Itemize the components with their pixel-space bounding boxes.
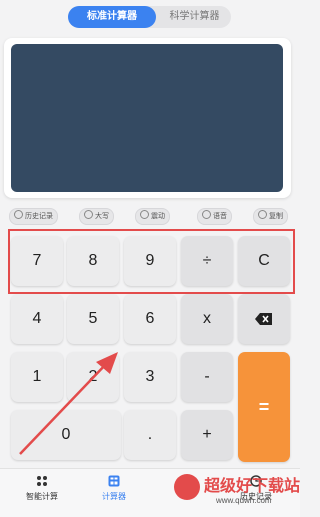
display-card — [4, 38, 291, 198]
key-5[interactable]: 5 — [67, 294, 119, 344]
vibrate-icon — [140, 210, 149, 219]
key-backspace[interactable] — [238, 294, 290, 344]
chip-label: 历史记录 — [25, 213, 53, 220]
key-multiply[interactable]: x — [181, 294, 233, 344]
nav-calculator[interactable]: 计算器 — [84, 475, 144, 502]
calculator-icon — [108, 475, 120, 487]
key-7[interactable]: 7 — [11, 236, 63, 286]
copy-chip[interactable]: 复制 — [253, 208, 288, 225]
copy-icon — [258, 210, 267, 219]
key-plus[interactable]: + — [181, 410, 233, 460]
key-1[interactable]: 1 — [11, 352, 63, 402]
key-9[interactable]: 9 — [124, 236, 176, 286]
watermark-text: 超级好下载站 — [204, 478, 301, 495]
nav-calculator-label: 计算器 — [102, 492, 126, 501]
history-chip[interactable]: 历史记录 — [9, 208, 58, 225]
key-clear[interactable]: C — [238, 236, 290, 286]
speaker-icon — [202, 210, 211, 219]
site-watermark: 超级好下载站 www.qdwh.com — [170, 470, 300, 514]
key-dot[interactable]: . — [124, 410, 176, 460]
key-divide[interactable]: ÷ — [181, 236, 233, 286]
nav-smart-label: 智能计算 — [26, 492, 58, 501]
key-equals[interactable]: = — [238, 352, 290, 462]
result-display — [11, 44, 283, 192]
vibrate-chip[interactable]: 震动 — [135, 208, 170, 225]
chip-label: 复制 — [269, 213, 283, 220]
key-6[interactable]: 6 — [124, 294, 176, 344]
chip-label: 震动 — [151, 213, 165, 220]
watermark-logo — [174, 474, 200, 500]
nav-smart-calc[interactable]: 智能计算 — [12, 475, 72, 502]
key-4[interactable]: 4 — [11, 294, 63, 344]
uppercase-icon — [84, 210, 93, 219]
chip-label: 语音 — [213, 213, 227, 220]
key-2[interactable]: 2 — [67, 352, 119, 402]
backspace-icon — [255, 313, 272, 325]
history-icon — [14, 210, 23, 219]
grid-dots-icon — [37, 476, 47, 486]
tab-standard-calculator[interactable]: 标准计算器 — [68, 6, 156, 28]
tab-scientific-calculator[interactable]: 科学计算器 — [158, 6, 231, 28]
key-0[interactable]: 0 — [11, 410, 121, 460]
key-8[interactable]: 8 — [67, 236, 119, 286]
option-chips: 历史记录 大写 震动 语音 复制 — [7, 208, 294, 225]
uppercase-chip[interactable]: 大写 — [79, 208, 114, 225]
key-minus[interactable]: - — [181, 352, 233, 402]
speaker-chip[interactable]: 语音 — [197, 208, 232, 225]
chip-label: 大写 — [95, 213, 109, 220]
key-3[interactable]: 3 — [124, 352, 176, 402]
watermark-url: www.qdwh.com — [216, 496, 272, 505]
mode-tabs: 标准计算器 科学计算器 — [68, 6, 231, 28]
